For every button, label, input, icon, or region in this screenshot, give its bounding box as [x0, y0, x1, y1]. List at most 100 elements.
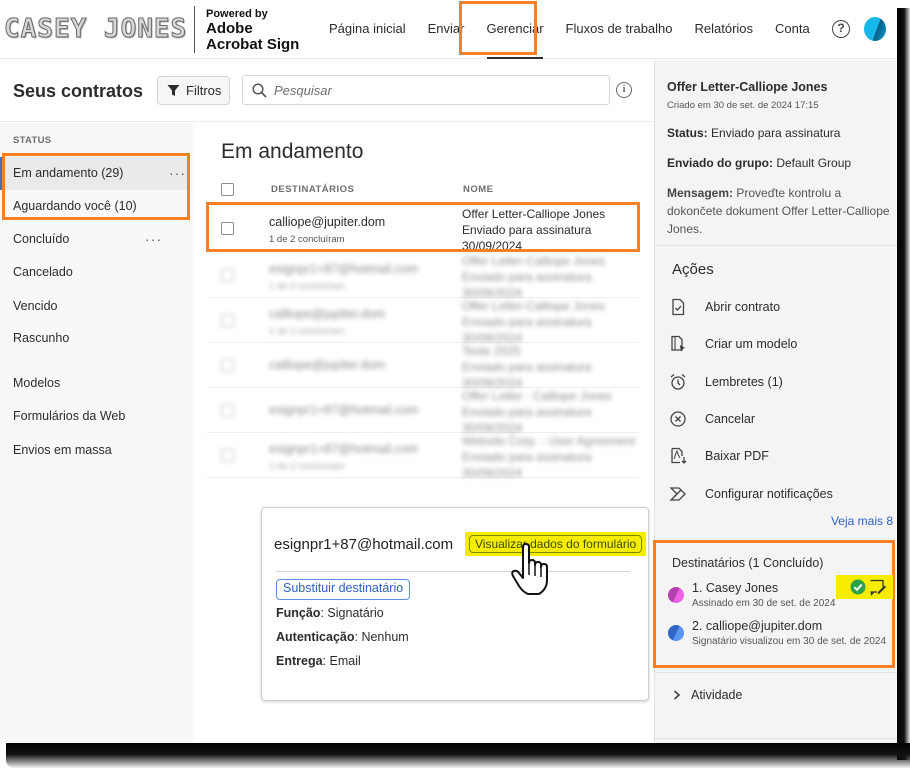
replace-recipient-button[interactable]: Substituir destinatário — [276, 579, 411, 600]
delivery-label: Entrega — [276, 654, 323, 668]
row-checkbox[interactable] — [221, 314, 234, 327]
top-header: CASEY JONES Powered by Adobe Acrobat Sig… — [0, 0, 897, 59]
open-document-icon — [672, 298, 685, 316]
nav-workflows[interactable]: Fluxos de trabalho — [555, 0, 684, 59]
notifications-icon — [669, 487, 686, 501]
signature-pen-icon — [870, 579, 886, 596]
filters-button[interactable]: Filtros — [157, 76, 230, 105]
row-recipient-email: calliope@jupiter.dom — [269, 358, 386, 372]
role-field: Função: Signatário — [276, 606, 384, 620]
row-checkbox[interactable] — [221, 269, 234, 282]
help-icon[interactable]: ? — [832, 20, 850, 38]
column-header-name[interactable]: NOME — [463, 184, 494, 195]
sidebar-item-templates[interactable]: Modelos — [0, 367, 190, 400]
agreement-details-panel: Offer Letter-Calliope Jones Criado em 30… — [653, 60, 897, 743]
authentication-field: Autenticação: Nenhum — [276, 630, 409, 644]
delivery-value: Email — [329, 654, 361, 668]
sidebar-item-label: Formulários da Web — [13, 409, 126, 423]
row-agreement-name: Offer Letter - Calliope Jones — [462, 389, 612, 403]
sidebar-item-web-forms[interactable]: Formulários da Web — [0, 400, 190, 433]
action-label: Criar um modelo — [705, 337, 798, 351]
search-input[interactable] — [274, 82, 594, 98]
created-date: Criado em 30 de set. de 2024 17:15 — [667, 100, 819, 111]
sidebar-item-label: Rascunho — [13, 331, 70, 345]
column-header-recipients[interactable]: DESTINATÁRIOS — [271, 184, 354, 195]
row-name-cell: Offer Letter-Calliope Jones Enviado para… — [462, 298, 605, 346]
row-status: Enviado para assinatura — [462, 405, 592, 419]
sidebar-item-canceled[interactable]: Cancelado — [0, 256, 190, 289]
action-cancel[interactable]: Cancelar — [669, 406, 894, 432]
product-name-line2: Acrobat Sign — [206, 36, 300, 53]
message-label: Mensagem: — [667, 186, 734, 200]
sidebar-item-label: Em andamento (29) — [13, 166, 124, 180]
action-configure-notifications[interactable]: Configurar notificações — [669, 481, 894, 507]
row-date: 30/09/2024 — [462, 239, 523, 253]
recipient-avatar — [668, 625, 684, 641]
status-sidebar: STATUS Em andamento (29) ··· Aguardando … — [0, 123, 193, 743]
nav-account[interactable]: Conta — [764, 0, 821, 59]
action-open-agreement[interactable]: Abrir contrato — [669, 294, 894, 320]
sidebar-item-waiting-for-you[interactable]: Aguardando você (10) — [0, 190, 190, 223]
table-row[interactable]: calliope@jupiter.dom 1 de 2 concluíram O… — [207, 206, 639, 253]
row-checkbox[interactable] — [221, 359, 234, 372]
brand-logo[interactable]: CASEY JONES — [3, 14, 187, 45]
filters-label: Filtros — [186, 83, 222, 98]
group-line: Enviado do grupo: Default Group — [667, 156, 851, 170]
group-value: Default Group — [776, 156, 852, 170]
view-form-data-button[interactable]: Visualizar dados do formulário — [469, 535, 643, 553]
row-name-cell: Website Corp. - User Agreement Enviado p… — [462, 433, 635, 481]
sidebar-item-in-progress[interactable]: Em andamento (29) ··· — [0, 157, 190, 190]
row-name-cell: Teste 2025 Enviado para assinatura 30/09… — [462, 343, 591, 391]
table-row[interactable]: calliope@jupiter.dom Teste 2025 Enviado … — [207, 343, 639, 391]
see-more-link[interactable]: Veja mais 8 — [831, 514, 893, 528]
nav-send[interactable]: Enviar — [417, 0, 476, 59]
powered-by-logo: Powered by Adobe Acrobat Sign — [206, 7, 299, 53]
row-status: Enviado para assinatura — [462, 270, 592, 284]
delivery-field: Entrega: Email — [276, 654, 361, 668]
select-all-checkbox[interactable] — [221, 183, 234, 196]
action-reminders[interactable]: Lembretes (1) — [669, 369, 894, 395]
more-options-icon[interactable]: ··· — [145, 223, 162, 256]
row-status: Enviado para assinatura — [462, 315, 592, 329]
recipient-item[interactable]: 2. calliope@jupiter.dom Signatário visua… — [668, 619, 893, 653]
nav-manage[interactable]: Gerenciar — [475, 0, 554, 59]
row-checkbox[interactable] — [221, 449, 234, 462]
table-row[interactable]: esignpr1+87@hotmail.com 1 de 2 concluíra… — [207, 433, 639, 481]
sidebar-item-label: Modelos — [13, 376, 61, 390]
more-options-icon[interactable]: ··· — [169, 157, 186, 190]
nav-reports[interactable]: Relatórios — [684, 0, 765, 59]
actions-heading: Ações — [672, 261, 714, 278]
activity-label: Atividade — [691, 688, 743, 702]
row-checkbox[interactable] — [221, 222, 234, 235]
table-row[interactable]: esignpr1+87@hotmail.com 1 de 2 concluíra… — [207, 253, 639, 301]
sidebar-item-expired[interactable]: Vencido — [0, 290, 190, 323]
activity-toggle[interactable]: Atividade — [673, 688, 742, 702]
action-label: Baixar PDF — [705, 449, 769, 463]
section-divider — [655, 738, 897, 739]
sidebar-item-mass-sends[interactable]: Envios em massa — [0, 434, 190, 467]
row-checkbox[interactable] — [221, 404, 234, 417]
section-divider — [655, 672, 897, 673]
sidebar-item-label: Envios em massa — [13, 443, 112, 457]
authentication-value: Nenhum — [361, 630, 409, 644]
sidebar-item-completed[interactable]: Concluído ··· — [0, 223, 190, 256]
search-box[interactable] — [242, 75, 610, 105]
recipient-status: Signatário visualizou em 30 de set. de 2… — [692, 636, 887, 647]
sidebar-item-draft[interactable]: Rascunho — [0, 322, 190, 355]
page-title: Seus contratos — [13, 81, 144, 101]
row-progress: 1 de 2 concluíram — [269, 234, 345, 245]
table-row[interactable]: esignpr1+87@hotmail.com Offer Letter - C… — [207, 388, 639, 435]
row-name-cell: Offer Letter-Calliope Jones Enviado para… — [462, 253, 605, 301]
action-label: Configurar notificações — [705, 487, 833, 501]
action-create-template[interactable]: Criar um modelo — [669, 331, 894, 357]
user-avatar[interactable] — [864, 17, 886, 41]
nav-home[interactable]: Página inicial — [318, 0, 417, 59]
action-download-pdf[interactable]: Baixar PDF — [669, 443, 894, 469]
row-progress: 1 de 2 concluíram — [269, 326, 345, 337]
window-shadow-right — [897, 8, 910, 760]
status-heading: STATUS — [13, 135, 52, 146]
table-row[interactable]: calliope@jupiter.dom 1 de 2 concluíram O… — [207, 298, 639, 346]
row-recipient-email: esignpr1+87@hotmail.com — [269, 442, 419, 456]
info-icon[interactable]: i — [616, 82, 632, 98]
sidebar-item-label: Vencido — [13, 299, 58, 313]
